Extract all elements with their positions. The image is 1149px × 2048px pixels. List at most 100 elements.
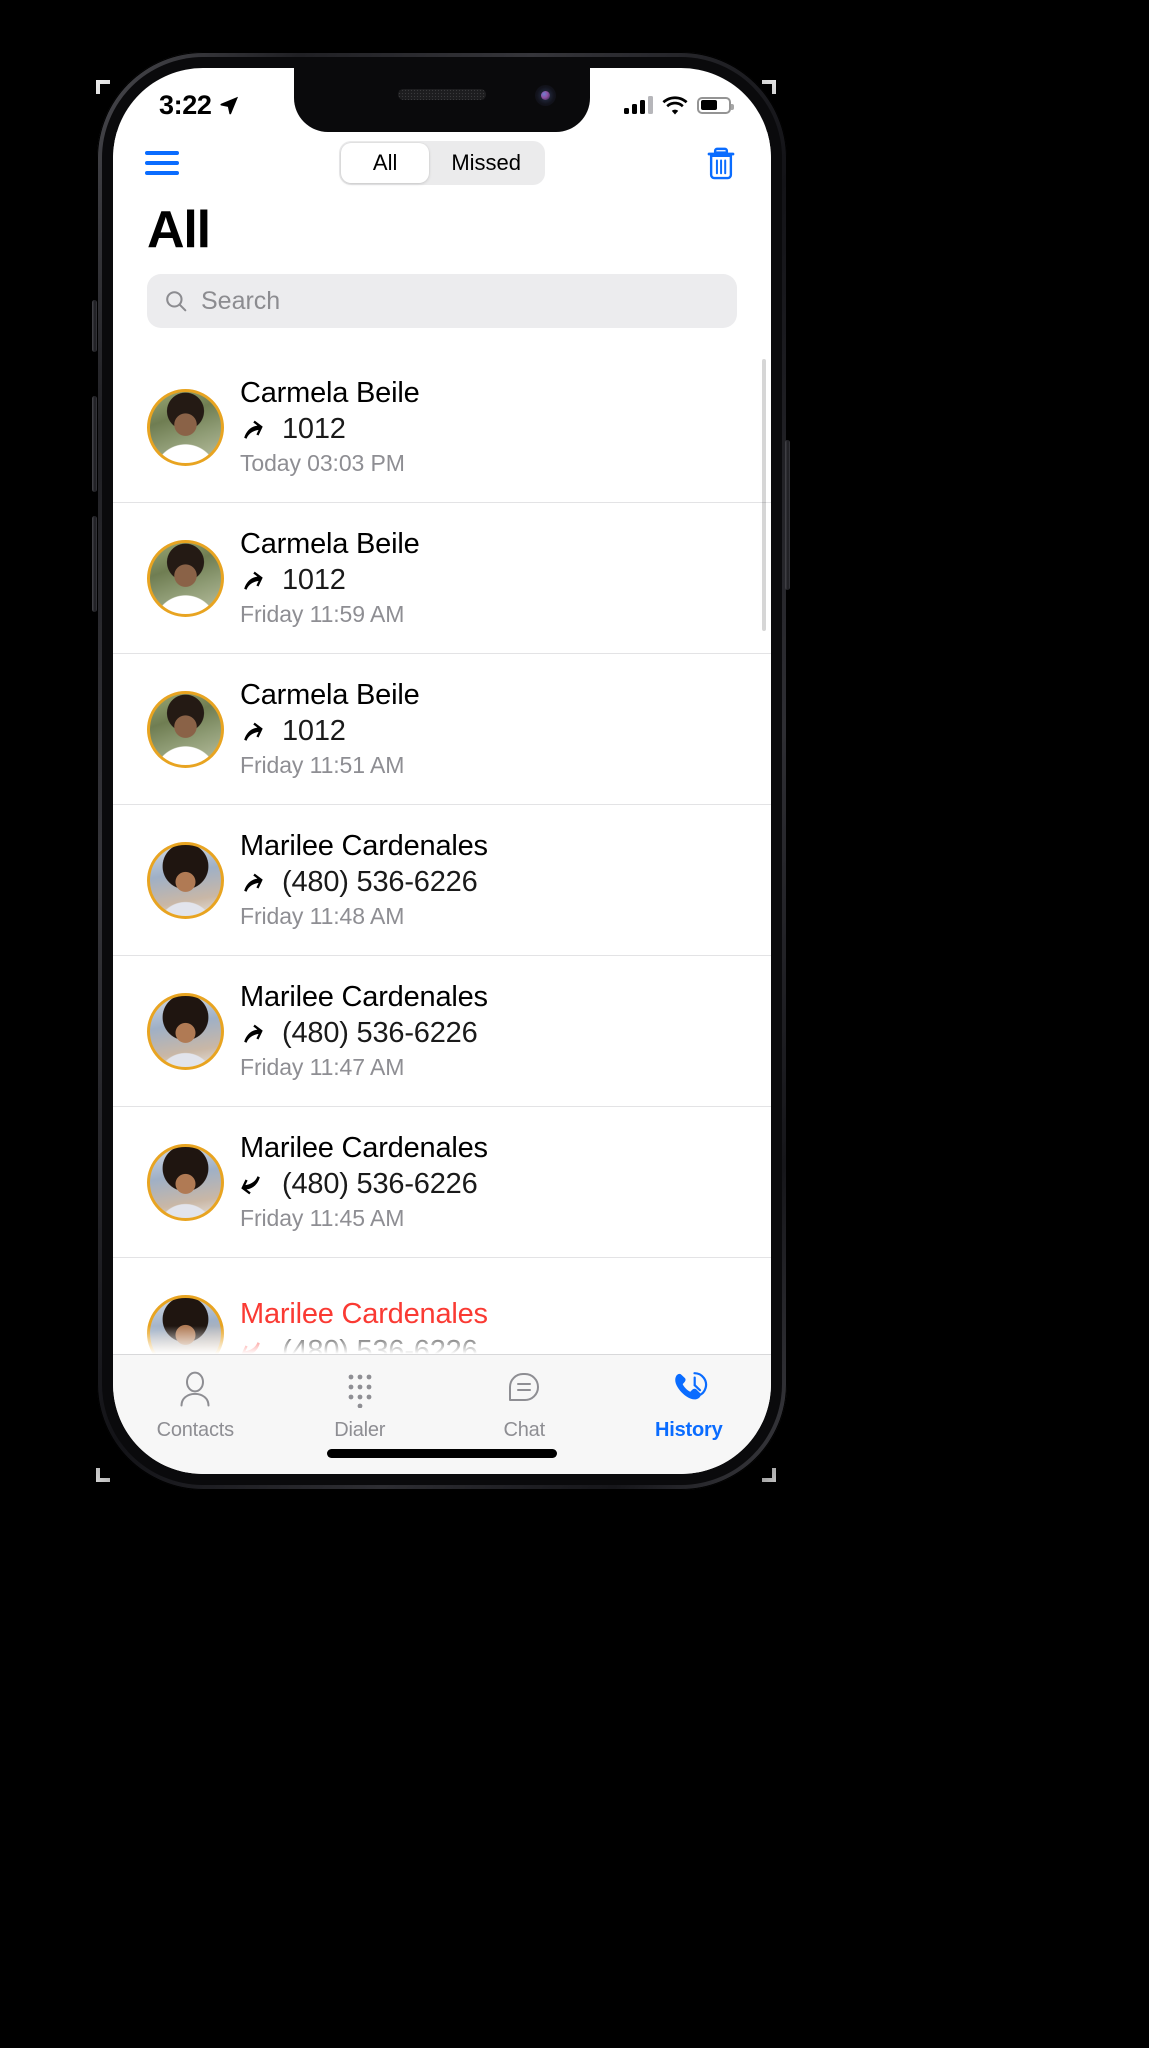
segment-all[interactable]: All (341, 143, 430, 183)
caller-name: Marilee Cardenales (240, 829, 488, 862)
tab-contacts[interactable]: Contacts (113, 1367, 278, 1442)
hamburger-menu-icon[interactable] (145, 151, 179, 175)
search-bar-container: Search (113, 268, 771, 354)
call-number-line: (480) 536-6226 (240, 1335, 771, 1354)
call-row-text: Carmela Beile 1012 Friday 11:51 AM (224, 679, 771, 779)
caller-number: (480) 536-6226 (282, 866, 478, 899)
tab-history[interactable]: History (607, 1367, 772, 1442)
call-number-line: 1012 (240, 413, 771, 446)
avatar[interactable] (147, 539, 224, 617)
device-notch (294, 68, 590, 132)
caller-number: (480) 536-6226 (282, 1334, 478, 1354)
call-timestamp: Friday 11:48 AM (240, 903, 405, 930)
call-history-rows: Carmela Beile 1012 Today 03:03 PM Carmela B… (113, 351, 771, 1354)
tab-dialer-label: Dialer (334, 1419, 386, 1441)
outgoing-call-icon (244, 1024, 263, 1043)
call-history-row[interactable]: Marilee Cardenales (480) 536-6226 Friday 1… (113, 955, 771, 1106)
status-bar-left: 3:22 (159, 90, 240, 121)
avatar[interactable] (147, 690, 224, 768)
front-camera-icon (535, 85, 556, 106)
call-timestamp: Friday 11:59 AM (240, 601, 405, 628)
battery-icon (697, 96, 734, 114)
call-number-line: 1012 (240, 715, 771, 748)
avatar[interactable] (147, 1294, 224, 1354)
location-arrow-icon (220, 96, 239, 115)
call-number-line: (480) 536-6226 (240, 866, 771, 899)
caller-number: 1012 (282, 715, 346, 748)
phone-screen: 3:22 All Missed All Search Carmela Beile… (113, 68, 771, 1474)
incoming-call-icon (241, 1342, 260, 1354)
call-row-text: Marilee Cardenales (480) 536-6226 Friday 1… (224, 1132, 771, 1232)
search-icon (166, 291, 187, 312)
search-placeholder: Search (201, 286, 281, 315)
call-row-text: Marilee Cardenales (480) 536-6226 Friday 1… (224, 830, 771, 930)
caller-number: (480) 536-6226 (282, 1017, 478, 1050)
tab-chat[interactable]: Chat (442, 1367, 607, 1442)
chat-bubble-icon (502, 1367, 546, 1411)
navigation-bar: All Missed (113, 132, 771, 194)
hamburger-line-3 (145, 171, 179, 175)
status-bar-right (624, 95, 734, 115)
avatar[interactable] (147, 841, 224, 919)
segment-missed[interactable]: Missed (429, 143, 543, 183)
volume-up-button[interactable] (92, 396, 97, 492)
call-history-row[interactable]: Carmela Beile 1012 Today 03:03 PM (113, 351, 771, 502)
incoming-call-icon (241, 1175, 260, 1195)
screenshot-stage: 3:22 All Missed All Search Carmela Beile… (0, 0, 1149, 2048)
outgoing-call-icon (244, 420, 263, 439)
page-title: All (113, 194, 771, 266)
outgoing-call-icon (244, 873, 263, 892)
earpiece-speaker (398, 89, 486, 100)
dialpad-icon (338, 1367, 382, 1411)
outgoing-call-icon (244, 722, 263, 741)
outgoing-call-icon (244, 571, 263, 590)
caller-name: Carmela Beile (240, 376, 420, 409)
tab-contacts-label: Contacts (156, 1419, 235, 1441)
volume-down-button[interactable] (92, 516, 97, 612)
home-indicator[interactable] (327, 1449, 557, 1458)
call-history-row[interactable]: Marilee Cardenales (480) 536-6226 Friday 1… (113, 804, 771, 955)
avatar[interactable] (147, 388, 224, 466)
crop-mark-tr-v (772, 80, 776, 94)
wifi-icon (662, 95, 688, 114)
call-history-list[interactable]: Carmela Beile 1012 Today 03:03 PM Carmela B… (113, 351, 771, 1354)
caller-name: Marilee Cardenales (240, 980, 488, 1013)
call-history-row[interactable]: Marilee Cardenales (480) 536-6226 (113, 1257, 771, 1354)
call-number-line: 1012 (240, 564, 771, 597)
avatar[interactable] (147, 992, 224, 1070)
call-row-text: Marilee Cardenales (480) 536-6226 Friday 1… (224, 981, 771, 1081)
call-number-line: (480) 536-6226 (240, 1168, 771, 1201)
call-row-text: Carmela Beile 1012 Today 03:03 PM (224, 377, 771, 477)
trash-icon[interactable] (705, 145, 737, 181)
crop-mark-tl-v (96, 80, 100, 94)
caller-name: Marilee Cardenales (240, 1298, 488, 1331)
call-history-row[interactable]: Marilee Cardenales (480) 536-6226 Friday 1… (113, 1106, 771, 1257)
crop-mark-bl-v (96, 1468, 100, 1482)
call-timestamp: Today 03:03 PM (240, 450, 405, 477)
tab-history-label: History (654, 1419, 723, 1441)
call-history-row[interactable]: Carmela Beile 1012 Friday 11:51 AM (113, 653, 771, 804)
caller-name: Marilee Cardenales (240, 1131, 488, 1164)
caller-number: 1012 (282, 564, 346, 597)
phone-clock-icon (667, 1367, 711, 1411)
caller-number: 1012 (282, 413, 346, 446)
hamburger-line-2 (145, 161, 179, 165)
hamburger-line-1 (145, 151, 179, 155)
contacts-person-icon (173, 1367, 217, 1411)
search-input[interactable]: Search (147, 274, 737, 328)
call-timestamp: Friday 11:47 AM (240, 1054, 405, 1081)
tab-dialer[interactable]: Dialer (278, 1367, 443, 1442)
crop-mark-br-v (772, 1468, 776, 1482)
status-clock: 3:22 (159, 89, 212, 120)
avatar[interactable] (147, 1143, 224, 1221)
power-button[interactable] (785, 440, 790, 590)
caller-name: Carmela Beile (240, 527, 420, 560)
call-number-line: (480) 536-6226 (240, 1017, 771, 1050)
silence-switch[interactable] (92, 300, 97, 352)
call-history-row[interactable]: Carmela Beile 1012 Friday 11:59 AM (113, 502, 771, 653)
call-row-text: Marilee Cardenales (480) 536-6226 (224, 1298, 771, 1354)
filter-segmented-control[interactable]: All Missed (339, 141, 545, 185)
cellular-signal-icon (624, 96, 653, 114)
caller-name: Carmela Beile (240, 678, 420, 711)
list-scrollbar[interactable] (762, 359, 766, 631)
